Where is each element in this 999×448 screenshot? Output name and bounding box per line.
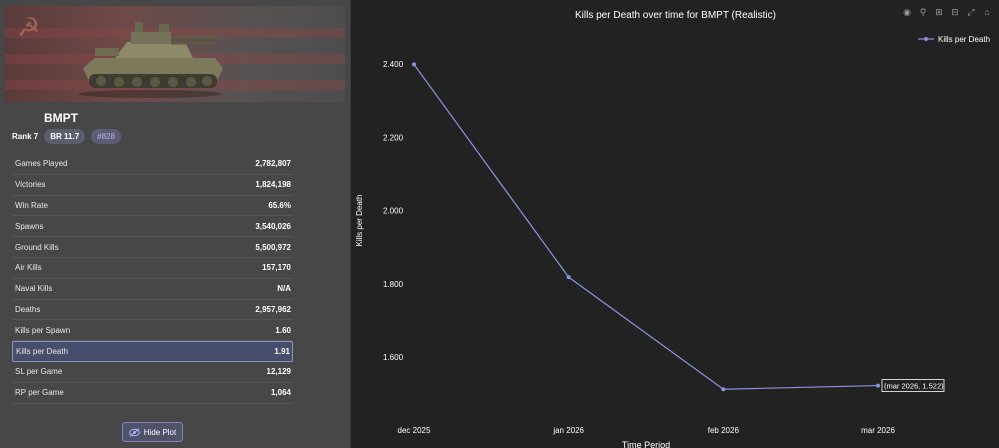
chart-area[interactable]: Kills per Death over time for BMPT (Real… [352, 0, 999, 448]
stat-label: Spawns [15, 221, 44, 231]
stat-value: 3,540,026 [255, 221, 291, 231]
stat-label: Air Kills [15, 263, 42, 273]
stat-value: 1,064 [270, 388, 291, 398]
stat-label: Games Played [15, 159, 68, 169]
stat-label: SL per Game [15, 367, 63, 377]
vehicle-meta: Rank 7 BR 11.7 #828 [12, 129, 121, 144]
y-tick-label: 1.600 [383, 353, 404, 362]
stat-row[interactable]: Victories 1,824,198 [12, 175, 293, 196]
data-point [412, 62, 416, 67]
stat-value: 2,957,962 [255, 304, 291, 314]
x-axis-label: Time Period [622, 440, 670, 448]
series-line [413, 64, 879, 390]
vehicle-id-badge: #828 [91, 129, 121, 144]
legend-label: Kills per Death [938, 35, 990, 44]
tank-icon [78, 22, 223, 98]
y-axis-label: Kills per Death [355, 194, 364, 246]
stat-row[interactable]: SL per Game 12,129 [12, 362, 293, 383]
stat-label: RP per Game [15, 388, 64, 398]
stat-row[interactable]: Naval Kills N/A [12, 279, 293, 300]
stats-table: Games Played 2,782,807 Victories 1,824,198 W… [12, 154, 293, 404]
stat-label: Naval Kills [15, 284, 53, 294]
hammer-sickle-icon: ☭ [17, 12, 41, 42]
stat-label: Ground Kills [15, 242, 59, 252]
stat-row[interactable]: Ground Kills 5,500,972 [12, 237, 293, 258]
hover-tooltip-text: (mar 2026, 1.522) [884, 382, 944, 391]
stat-value: 1.91 [274, 347, 290, 357]
x-tick-label: dec 2025 [398, 426, 431, 435]
stat-value: 1,824,198 [255, 180, 291, 190]
x-tick-label: mar 2026 [861, 426, 895, 435]
stat-value: 12,129 [266, 367, 291, 377]
stat-row[interactable]: Air Kills 157,170 [12, 258, 293, 279]
stat-row[interactable]: RP per Game 1,064 [12, 383, 293, 404]
line-chart: 1.600 1.800 2.000 2.200 2.400 dec 2025 jan 202… [355, 35, 990, 448]
y-tick-label: 2.200 [383, 133, 404, 142]
y-tick-label: 2.400 [383, 60, 404, 69]
br-badge: BR 11.7 [44, 129, 86, 144]
y-tick-label: 2.000 [383, 207, 404, 216]
stat-row[interactable]: Win Rate 65.6% [12, 196, 293, 217]
rank-label: Rank 7 [12, 132, 39, 141]
x-tick-label: jan 2026 [552, 426, 584, 435]
data-point [566, 275, 571, 280]
stat-value: 157,170 [262, 263, 291, 273]
hide-plot-button[interactable]: Hide Plot [122, 422, 183, 442]
legend-marker [924, 37, 928, 41]
x-tick-label: feb 2026 [708, 426, 740, 435]
stat-row[interactable]: Kills per Death 1.91 [12, 341, 293, 362]
stat-value: N/A [277, 284, 291, 294]
stat-value: 5,500,972 [255, 242, 291, 252]
stat-label: Kills per Spawn [15, 325, 71, 335]
vehicle-name: BMPT [44, 111, 78, 125]
hide-plot-label: Hide Plot [143, 427, 177, 437]
stat-row[interactable]: Kills per Spawn 1.60 [12, 320, 293, 342]
y-tick-label: 1.800 [383, 280, 404, 289]
stat-label: Victories [15, 180, 46, 190]
stat-value: 1.60 [275, 325, 291, 335]
stat-value: 2,782,807 [255, 159, 291, 169]
vehicle-stats-panel: ☭ BMPT Rank 7 BR 11.7 #828 Games Played 2… [0, 0, 351, 448]
data-point [721, 387, 726, 392]
stat-row[interactable]: Games Played 2,782,807 [12, 154, 293, 175]
stat-label: Kills per Death [16, 347, 69, 357]
stat-row[interactable]: Deaths 2,957,962 [12, 300, 293, 321]
stat-value: 65.6% [268, 200, 291, 210]
stat-row[interactable]: Spawns 3,540,026 [12, 216, 293, 238]
stat-label: Win Rate [15, 200, 48, 210]
stat-label: Deaths [15, 304, 41, 314]
data-point [876, 383, 880, 388]
eye-slash-icon [128, 427, 140, 437]
vehicle-banner-image: ☭ [5, 6, 345, 102]
